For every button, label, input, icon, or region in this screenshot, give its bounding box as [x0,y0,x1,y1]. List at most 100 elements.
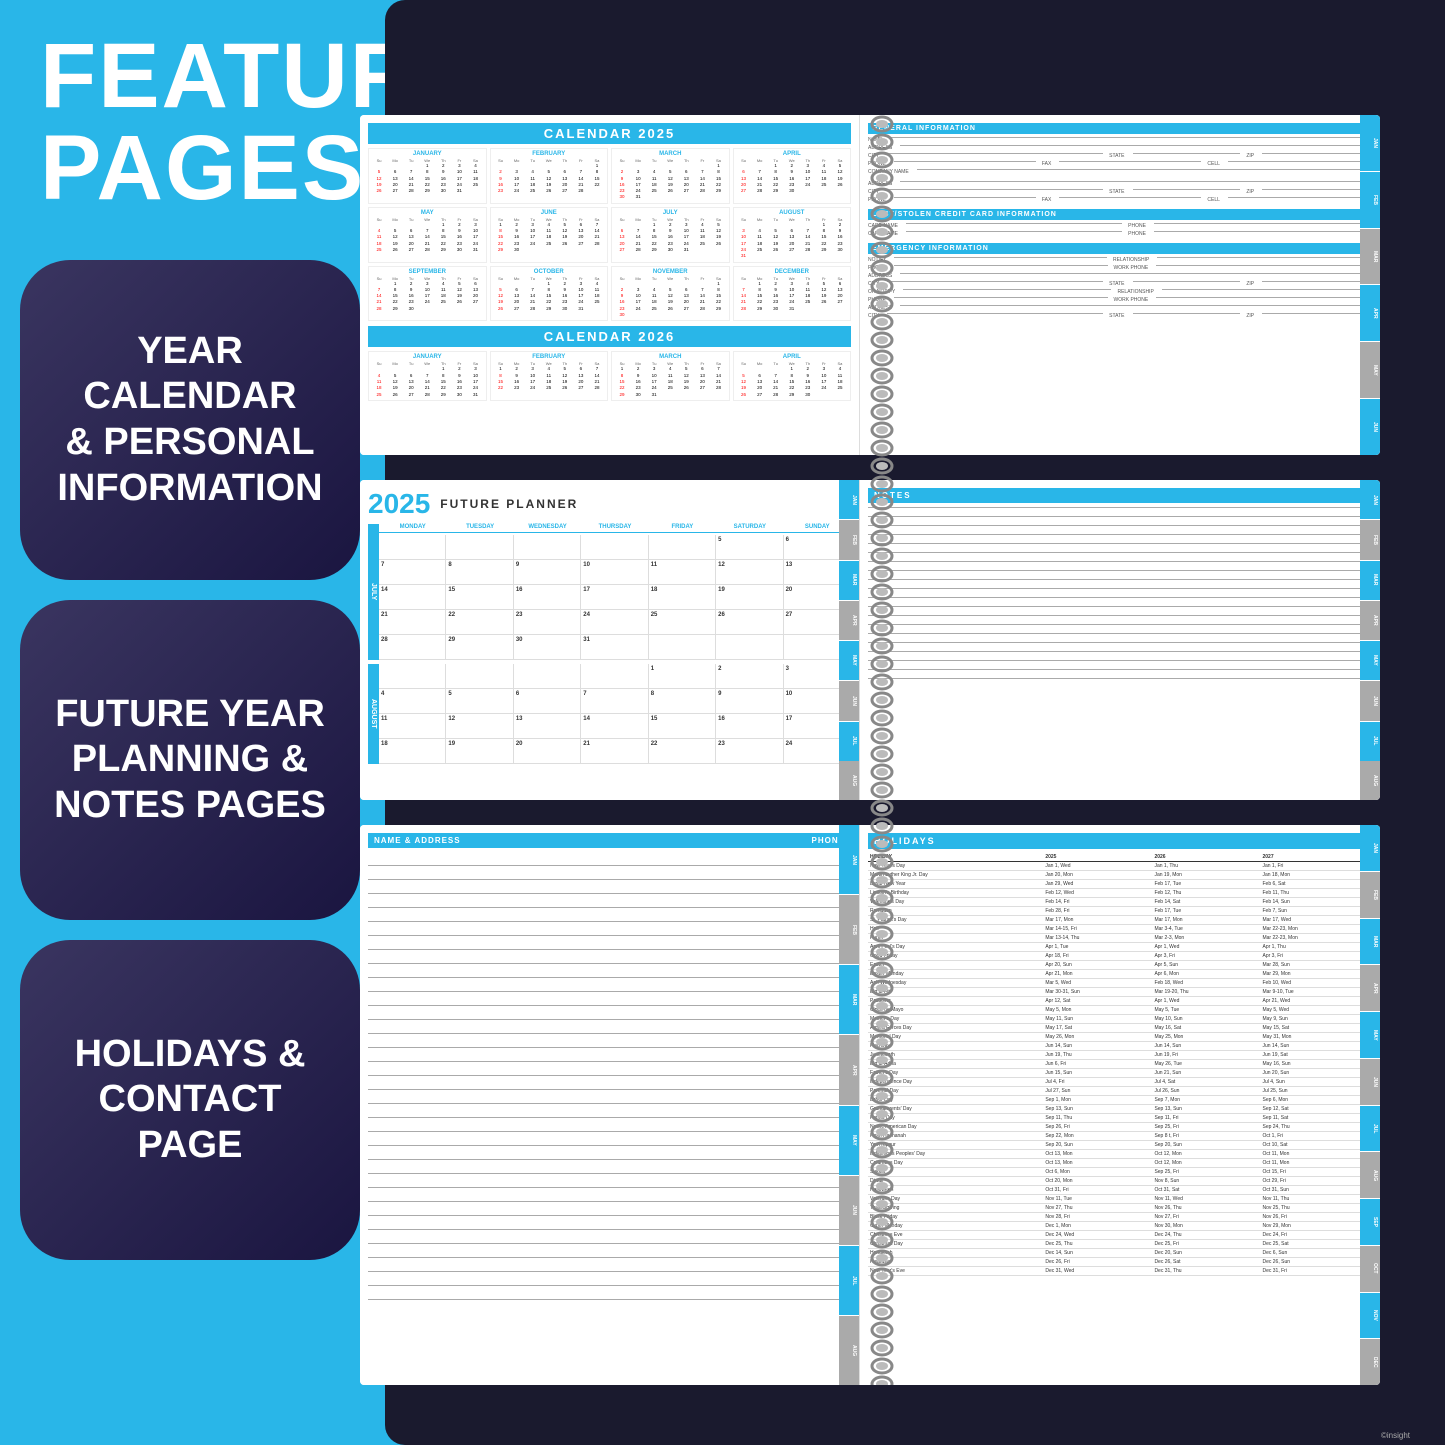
address-row4: ADDRESS [868,305,1372,311]
month-august: AUGUST SuMoTuWeThFrSa 12 3456789 1011121… [733,207,852,263]
na-row [368,950,851,964]
july-week4: 21 22 23 24 25 26 27 [379,610,851,635]
table-row: HoliMar 14-15, FriMar 3-4, TueMar 22-23,… [868,925,1372,934]
table-row: Native American DaySep 26, FriSep 25, Fr… [868,1123,1372,1132]
na-row [368,1048,851,1062]
spiral-binding [870,115,894,1385]
table-row: HanukkahDec 14, SunDec 20, SunDec 6, Sun [868,1249,1372,1258]
july-week1: 5 6 [379,535,851,560]
na-row [368,1076,851,1090]
table-row: PurimMar 13-14, ThuMar 2-3, MonMar 22-23… [868,934,1372,943]
future-planner-page: 2025 FUTURE PLANNER JULY MONDAY TUESDAY … [360,480,860,800]
month-february: FEBRUARY SuMoTuWeThFrSa 1 2345678 910111… [490,148,609,204]
notes-line [868,642,1372,643]
table-row: HalloweenOct 31, FriOct 31, SatOct 31, S… [868,1186,1372,1195]
na-row [368,1020,851,1034]
or-notify-row: OR NOTIFY RELATIONSHIP [868,289,1372,295]
table-row: Yom KippurSep 20, SunSep 20, SunOct 10, … [868,1141,1372,1150]
july-week2: 7 8 9 10 11 12 13 [379,560,851,585]
name-row: NAME [868,137,1372,143]
august-grid: 1 2 3 4 5 6 7 8 9 10 11 12 13 14 [379,664,851,764]
notes-line [868,606,1372,607]
notes-line [868,660,1372,661]
notes-line [868,588,1372,589]
col-holiday: HOLIDAY [868,853,1043,862]
na-row [368,1272,851,1286]
table-row: EasterApr 20, SunApr 5, SunMar 28, Sun [868,961,1372,970]
fp-year: 2025 [368,488,430,520]
table-row: Parents' DayJul 27, SunJul 26, SunJul 25… [868,1087,1372,1096]
table-row: Lincoln's BirthdayFeb 12, WedFeb 12, Thu… [868,889,1372,898]
july-week5: 28 29 30 31 [379,635,851,660]
2026-april: APRIL SuMoTuWeThFrSa 1234 567891011 1213… [733,351,852,400]
notes-line [868,516,1372,517]
emergency-header: EMERGENCY INFORMATION [868,243,1372,254]
holidays-header-row: HOLIDAY 2025 2026 2027 [868,853,1372,862]
col-2026: 2026 [1152,853,1260,862]
na-row [368,992,851,1006]
month-tabs-spread1: JAN FEB MAR APR MAY JUN [1360,115,1380,455]
month-tabs-spread2: JAN FEB MAR APR MAY JUN JUL AUG [839,480,859,800]
na-row [368,894,851,908]
feature-label-future-text: FUTURE YEARPLANNING &NOTES PAGES [54,692,326,829]
month-july: JULY SuMoTuWeThFrSa 12345 6789101112 131… [611,207,730,263]
address-row3: ADDRESS [868,273,1372,279]
holidays-page: HOLIDAYS HOLIDAY 2025 2026 2027 New Year… [860,825,1380,1385]
na-header: NAME & ADDRESS PHONE [368,833,851,848]
col-2025: 2025 [1043,853,1152,862]
table-row: Ash WednesdayMar 5, WedFeb 18, WedFeb 10… [868,979,1372,988]
na-row [368,866,851,880]
notes-page: NOTES JAN FEB MAR [860,480,1380,800]
month-tabs-spread2-right: JAN FEB MAR APR MAY JUN JUL AUG [1360,480,1380,800]
aug-week3: 11 12 13 14 15 16 17 [379,714,851,739]
aug-week1: 1 2 3 [379,664,851,689]
month-march: MARCH SuMoTuWeThFrSa 1 2345678 910111213… [611,148,730,204]
table-row: Flag DayJun 14, SunJun 14, SunJun 14, Su… [868,1042,1372,1051]
table-row: KwanzaaDec 26, FriDec 26, SatDec 26, Sun [868,1258,1372,1267]
na-row [368,1118,851,1132]
table-row: Veterans DayNov 11, TueNov 11, WedNov 11… [868,1195,1372,1204]
notes-header: NOTES [868,488,1372,503]
feature-label-future-year: FUTURE YEARPLANNING &NOTES PAGES [20,600,360,920]
table-row: Columbus DayOct 13, MonOct 12, MonOct 11… [868,1159,1372,1168]
holidays-header: HOLIDAYS [868,833,1372,849]
aug-week2: 4 5 6 7 8 9 10 [379,689,851,714]
na-row [368,1216,851,1230]
na-row [368,978,851,992]
cal-2025-header: CALENDAR 2025 [368,123,851,144]
na-row [368,1160,851,1174]
na-row [368,1202,851,1216]
holidays-table: HOLIDAY 2025 2026 2027 New Year's DayJan… [868,853,1372,1276]
cal-2026-grid: JANUARY SuMoTuWeThFrSa 123 45678910 1112… [368,351,851,400]
table-row: Father's DayJun 15, SunJun 21, SunJun 20… [868,1069,1372,1078]
lost-stolen-section: LOST/STOLEN CREDIT CARD INFORMATION CARD… [868,209,1372,237]
notes-line [868,597,1372,598]
na-row [368,1244,851,1258]
na-row [368,1286,851,1300]
aug-week4: 18 19 20 21 22 23 24 [379,739,851,764]
feature-label-holidays: HOLIDAYS &CONTACTPAGE [20,940,360,1260]
phone-fax-cell-row: PHONE FAX CELL [868,161,1372,167]
col-2027: 2027 [1260,853,1372,862]
card-name-row2: CARD NAME PHONE [868,231,1372,237]
card-name-row1: CARD NAME PHONE [868,223,1372,229]
table-row: Christmas DayDec 25, ThuDec 25, FriDec 2… [868,1240,1372,1249]
august-calendar-block: AUGUST 1 2 3 4 5 6 7 8 9 [368,664,851,764]
table-row: New Year's EveDec 31, WedDec 31, ThuDec … [868,1267,1372,1276]
table-row: PassoverApr 12, SatApr 1, WedApr 21, Wed [868,997,1372,1006]
table-row: SukkotOct 6, MonSep 25, FriOct 15, Fri [868,1168,1372,1177]
table-row: Labor DaySep 1, MonSep 7, MonSep 6, Mon [868,1096,1372,1105]
table-row: Lunar New YearJan 29, WedFeb 17, TueFeb … [868,880,1372,889]
notes-line [868,669,1372,670]
na-row [368,908,851,922]
month-tabs-spread3: JAN FEB MAR APR MAY JUN JUL AUG [839,825,859,1385]
na-row [368,964,851,978]
na-row [368,922,851,936]
company-row: COMPANY NAME [868,169,1372,175]
table-row: New Year's DayJan 1, WedJan 1, ThuJan 1,… [868,862,1372,871]
table-row: Cyber MondayDec 1, MonNov 30, MonNov 29,… [868,1222,1372,1231]
table-row: Armed Forces DayMay 17, SatMay 16, SatMa… [868,1024,1372,1033]
general-info-page: GENERAL INFORMATION NAME ADDRESS CITY ST… [860,115,1380,455]
july-calendar-block: JULY MONDAY TUESDAY WEDNESDAY THURSDAY F… [368,524,851,660]
na-row [368,880,851,894]
